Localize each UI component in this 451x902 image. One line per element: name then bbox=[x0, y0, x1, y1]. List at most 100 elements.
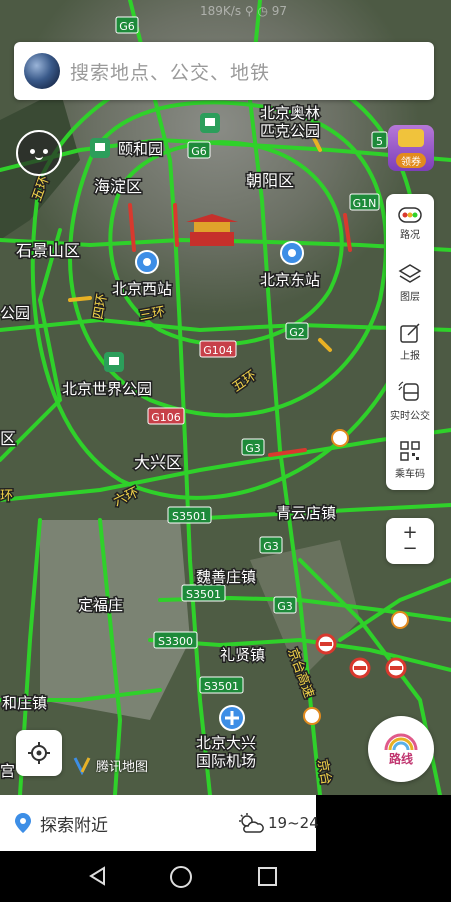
highway-shield-label: G1N bbox=[353, 197, 377, 210]
coupon-button[interactable]: 领券 bbox=[388, 125, 434, 171]
highway-shield-label: 5 bbox=[376, 135, 383, 148]
weather-widget[interactable]: 19~24 bbox=[238, 795, 319, 851]
map-label[interactable]: 北京奥林 bbox=[259, 103, 322, 124]
mascot-mouth bbox=[35, 154, 43, 160]
map-label[interactable]: 石景山区 bbox=[15, 240, 82, 262]
report-label: 上报 bbox=[400, 350, 420, 362]
map-label[interactable]: 和庄镇 bbox=[1, 693, 49, 714]
no-entry-icon bbox=[315, 633, 337, 655]
highway-shield: G2 bbox=[285, 322, 309, 340]
realtime-bus-button[interactable]: 实时公交 bbox=[386, 371, 434, 430]
map-label[interactable]: 礼贤镇 bbox=[219, 645, 267, 666]
zoom-out-button[interactable]: − bbox=[402, 540, 417, 558]
route-button[interactable]: 路线 bbox=[368, 716, 434, 782]
highway-shield: G6 bbox=[187, 141, 211, 159]
qr-code-icon bbox=[400, 440, 420, 461]
highway-shield-label: G6 bbox=[191, 145, 207, 158]
no-entry-icon bbox=[385, 657, 407, 679]
map-brand: 腾讯地图 bbox=[72, 755, 148, 775]
locate-icon bbox=[28, 742, 50, 764]
map-label[interactable]: 魏善庄镇 bbox=[195, 567, 258, 588]
snow-weather-icon bbox=[303, 707, 321, 725]
ride-code-label: 乘车码 bbox=[395, 468, 425, 480]
highway-shield-label: G2 bbox=[289, 326, 305, 339]
map-label[interactable]: 匹克公园 bbox=[259, 121, 322, 142]
highway-shield: S3501 bbox=[167, 506, 212, 524]
congested-road bbox=[173, 203, 179, 247]
bottom-right-area bbox=[316, 795, 451, 851]
highway-shield: G3 bbox=[259, 536, 283, 554]
search-placeholder: 搜索地点、公交、地铁 bbox=[70, 61, 271, 84]
mascot-eye bbox=[30, 148, 35, 154]
status-bar-text: 189K/s ⚲ ◷ 97 bbox=[200, 4, 288, 18]
highway-shield: 5 bbox=[371, 131, 388, 149]
mascot-button[interactable] bbox=[16, 130, 62, 176]
traffic-button[interactable]: 路况 bbox=[386, 194, 434, 253]
map-label[interactable]: 朝阳区 bbox=[245, 170, 296, 192]
snow-weather-icon bbox=[391, 611, 409, 629]
map-label[interactable]: 北京大兴 bbox=[195, 733, 258, 754]
locate-button[interactable] bbox=[16, 730, 62, 776]
partly-cloudy-icon bbox=[239, 813, 264, 833]
map-label[interactable]: 青云店镇 bbox=[275, 503, 338, 524]
temperature-text: 19~24 bbox=[268, 814, 319, 832]
train-station-icon[interactable] bbox=[135, 250, 159, 274]
traffic-icon bbox=[398, 206, 422, 223]
map-label[interactable]: 海淀区 bbox=[93, 176, 144, 198]
system-nav-bar bbox=[0, 851, 451, 902]
recent-apps-icon[interactable] bbox=[258, 867, 277, 886]
back-icon[interactable] bbox=[88, 866, 108, 886]
highway-shield: G3 bbox=[241, 438, 265, 456]
report-icon bbox=[400, 322, 420, 343]
user-avatar[interactable] bbox=[24, 53, 60, 89]
home-icon[interactable] bbox=[170, 866, 192, 888]
highway-shield-label: S3300 bbox=[158, 635, 193, 648]
map-label[interactable]: 北京西站 bbox=[111, 279, 174, 300]
map-label[interactable]: 公园 bbox=[0, 303, 32, 324]
layers-icon bbox=[398, 263, 422, 283]
highway-shield-label: G104 bbox=[203, 344, 233, 357]
highway-shield-label: G6 bbox=[119, 20, 135, 33]
route-label: 路线 bbox=[388, 751, 413, 766]
explore-nearby-button[interactable]: 探索附近 bbox=[14, 811, 108, 836]
highway-shield: G104 bbox=[199, 340, 237, 358]
layers-button[interactable]: 图层 bbox=[386, 253, 434, 312]
report-button[interactable]: 上报 bbox=[386, 312, 434, 371]
coupon-label: 领券 bbox=[396, 153, 426, 168]
snow-weather-icon bbox=[331, 429, 349, 447]
highway-shield: S3501 bbox=[181, 584, 226, 602]
map-label[interactable]: 颐和园 bbox=[117, 139, 165, 160]
zoom-control: + − bbox=[386, 518, 434, 564]
map-label[interactable]: 大兴区 bbox=[133, 452, 184, 474]
map-canvas[interactable]: G6 G6 G1N G2 G104 G106 G3 S3501 G3 S3501 G3 S3300 S3… bbox=[0, 0, 451, 795]
slow-road bbox=[68, 296, 92, 302]
highway-shield-label: S3501 bbox=[172, 510, 207, 523]
highway-shield-label: S3501 bbox=[186, 588, 221, 601]
bottom-bar: 探索附近 19~24 bbox=[0, 795, 319, 851]
park-icon[interactable] bbox=[90, 138, 110, 158]
no-entry-icon bbox=[349, 657, 371, 679]
park-icon[interactable] bbox=[200, 113, 220, 133]
brand-label: 腾讯地图 bbox=[96, 759, 149, 775]
highway-shield: S3300 bbox=[153, 631, 198, 649]
highway-shield-label: G3 bbox=[263, 540, 279, 553]
location-pin-icon bbox=[15, 813, 31, 833]
tencent-map-logo-icon bbox=[73, 757, 91, 775]
map-label[interactable]: 北京东站 bbox=[259, 270, 322, 291]
highway-shield-label: S3501 bbox=[204, 680, 239, 693]
map-label[interactable]: 国际机场 bbox=[195, 751, 258, 772]
search-bar[interactable]: 搜索地点、公交、地铁 bbox=[14, 42, 434, 100]
layers-label: 图层 bbox=[400, 291, 420, 303]
ride-code-button[interactable]: 乘车码 bbox=[386, 430, 434, 489]
map-label[interactable]: 北京世界公园 bbox=[61, 379, 154, 400]
mascot-eye bbox=[43, 148, 48, 154]
map-toolbar: 路况 图层 上报 实时公交 乘车码 bbox=[386, 194, 434, 490]
map-label[interactable]: 定福庄 bbox=[77, 595, 125, 616]
map-label[interactable]: 区 bbox=[0, 428, 18, 450]
highway-shield: G6 bbox=[115, 16, 139, 34]
park-icon[interactable] bbox=[104, 352, 124, 372]
explore-nearby-label: 探索附近 bbox=[40, 815, 108, 836]
airport-icon[interactable] bbox=[219, 705, 245, 731]
train-station-icon[interactable] bbox=[280, 241, 304, 265]
map-label[interactable]: 宫 bbox=[0, 761, 17, 782]
